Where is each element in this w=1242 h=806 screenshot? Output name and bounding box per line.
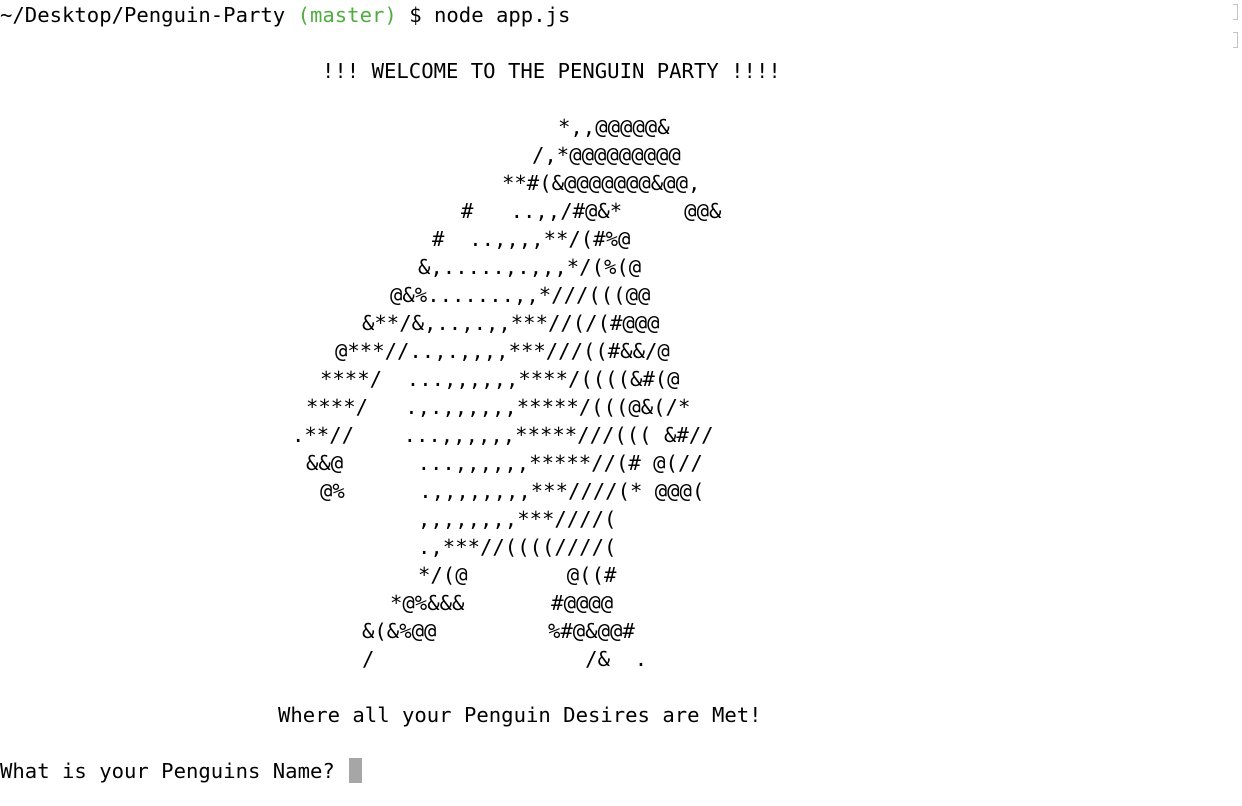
ascii-art-line: .,***//((((////(: [418, 535, 617, 559]
prompt-path: ~/Desktop/Penguin-Party: [0, 3, 286, 27]
git-branch: (master): [297, 3, 397, 27]
ascii-art-line: *@%&&& #@@@@: [390, 591, 614, 615]
ascii-art-line: ****/ ...,,,,,,****/((((&#(@: [320, 367, 680, 391]
welcome-banner: !!! WELCOME TO THE PENGUIN PARTY !!!!: [322, 59, 781, 83]
text-cursor[interactable]: [349, 758, 363, 783]
ascii-art-line: @% .,,,,,,,,***////(* @@@(: [320, 479, 705, 503]
ascii-art-line: **#(&@@@@@@@&@@,: [502, 171, 701, 195]
input-prompt-line[interactable]: What is your Penguins Name?: [0, 757, 363, 785]
tagline: Where all your Penguin Desires are Met!: [278, 703, 762, 727]
prompt-symbol: $: [409, 3, 422, 27]
ascii-art-line: / /& .: [362, 647, 648, 671]
ascii-art-line: *,,@@@@@&: [558, 115, 670, 139]
ascii-art-line: ,,,,,,,,***////(: [418, 507, 617, 531]
ascii-art-line: */(@ @((#: [418, 563, 617, 587]
ascii-art-line: &,.....,.,,,*/(%(@: [418, 255, 642, 279]
ascii-art-line: # ..,,/#@&* @@&: [461, 199, 722, 223]
ascii-art-line: /,*@@@@@@@@@: [532, 143, 681, 167]
ascii-art-line: .**// ...,,,,,,*****///((( &#//: [292, 423, 714, 447]
scroll-marker-top: [1233, 4, 1238, 20]
ascii-art-line: ****/ .,.,,,,,,*****/(((@&(/*: [306, 395, 691, 419]
ascii-art-line: # ..,,,,**/(#%@: [432, 227, 631, 251]
ascii-art-line: &&@ ...,,,,,,*****//(# @(//: [306, 451, 703, 475]
terminal-window[interactable]: ~/Desktop/Penguin-Party (master) $ node …: [0, 0, 1228, 806]
ascii-art-line: @***//..,.,,,,***///((#&&/@: [335, 339, 670, 363]
scroll-marker-second: [1233, 32, 1238, 48]
ascii-art-line: &(&%@@ %#@&@@#: [362, 619, 635, 643]
command-text: node app.js: [434, 3, 571, 27]
command-prompt-line: ~/Desktop/Penguin-Party (master) $ node …: [0, 1, 570, 29]
terminal-scrollbar[interactable]: [1228, 0, 1242, 806]
question-text: What is your Penguins Name?: [0, 759, 348, 783]
ascii-art-line: @&%.......,,*///(((@@: [390, 283, 651, 307]
ascii-art-line: &**/&,..,.,,***//(/(#@@@: [362, 311, 660, 335]
